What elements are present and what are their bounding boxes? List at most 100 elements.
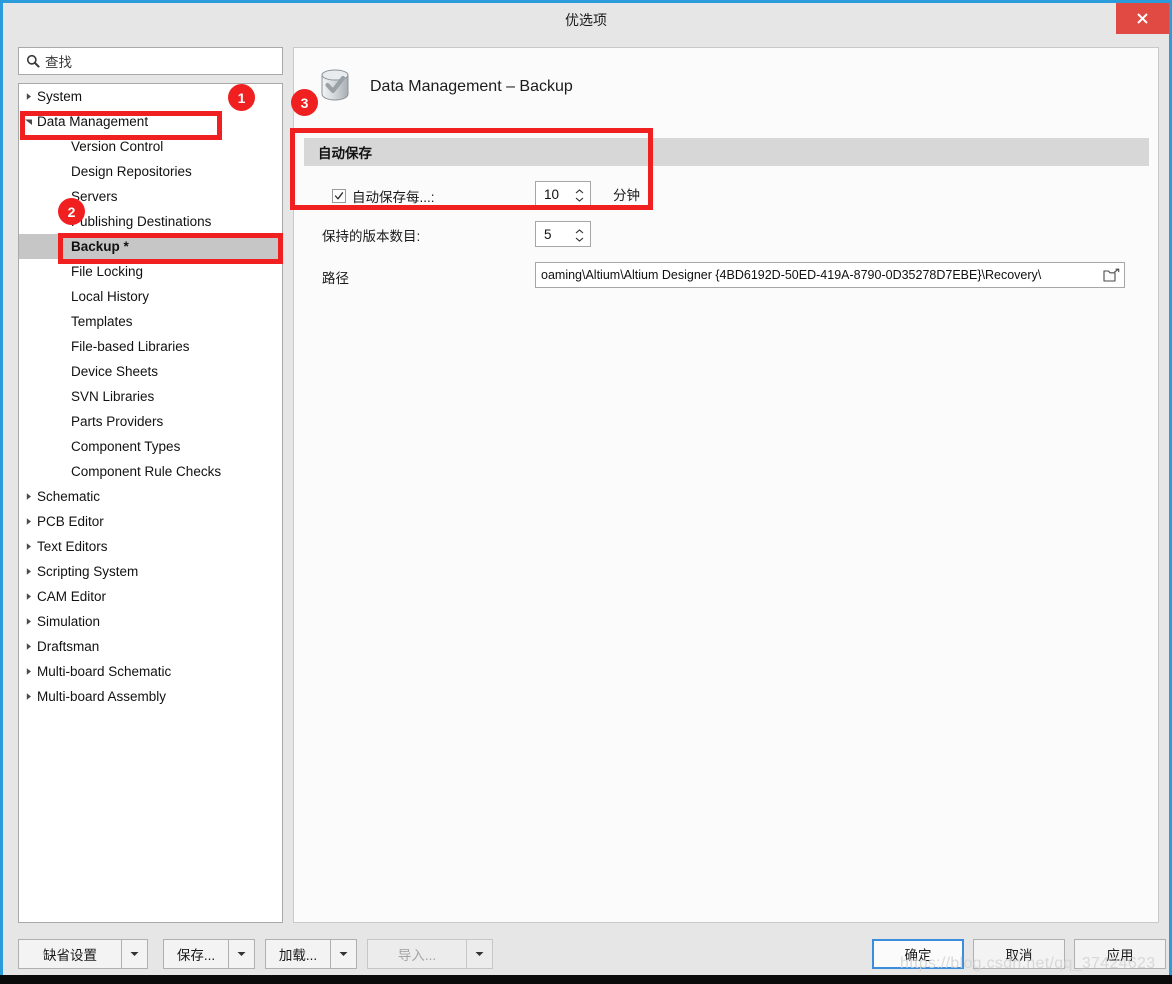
tree-item-multi-board-schematic[interactable]: Multi-board Schematic bbox=[19, 659, 282, 684]
tree-item-label: File-based Libraries bbox=[71, 339, 190, 354]
search-input-text: 查找 bbox=[45, 55, 72, 70]
chevron-down-icon bbox=[130, 952, 139, 956]
tree-item-file-locking[interactable]: File Locking bbox=[19, 259, 282, 284]
preferences-dialog: 优选项 查找 System Data Management Version Cont… bbox=[0, 0, 1172, 975]
autosave-section-title: 自动保存 bbox=[318, 146, 372, 161]
tree-item-device-sheets[interactable]: Device Sheets bbox=[19, 359, 282, 384]
tree-item-component-rule-checks[interactable]: Component Rule Checks bbox=[19, 459, 282, 484]
tree-item-label: Publishing Destinations bbox=[71, 214, 212, 229]
tree-item-backup[interactable]: Backup * bbox=[19, 234, 282, 259]
tree-item-label: SVN Libraries bbox=[71, 389, 155, 404]
autosave-unit-label: 分钟 bbox=[613, 188, 640, 203]
tree-item-simulation[interactable]: Simulation bbox=[19, 609, 282, 634]
tree-item-servers[interactable]: Servers bbox=[19, 184, 282, 209]
path-field[interactable]: oaming\Altium\Altium Designer {4BD6192D-… bbox=[535, 262, 1125, 288]
autosave-interval-row: 自动保存每...: bbox=[332, 183, 435, 209]
autosave-interval-field[interactable]: 10 bbox=[535, 181, 591, 207]
tree-item-publishing-destinations[interactable]: Publishing Destinations bbox=[19, 209, 282, 234]
autosave-interval-steppers[interactable] bbox=[575, 184, 584, 206]
triangle-right-icon[interactable] bbox=[19, 642, 37, 651]
import-dropdown-arrow bbox=[467, 939, 493, 969]
tree-item-draftsman[interactable]: Draftsman bbox=[19, 634, 282, 659]
tree-item-system[interactable]: System bbox=[19, 84, 282, 109]
tree-item-parts-providers[interactable]: Parts Providers bbox=[19, 409, 282, 434]
navigation-pane: 查找 System Data Management Version Control D… bbox=[18, 47, 285, 923]
chevron-down-icon[interactable] bbox=[575, 197, 584, 202]
chevron-down-icon[interactable] bbox=[575, 237, 584, 242]
chevron-down-icon bbox=[475, 952, 484, 956]
search-icon bbox=[26, 54, 40, 68]
tree-item-version-control[interactable]: Version Control bbox=[19, 134, 282, 159]
versions-kept-steppers[interactable] bbox=[575, 224, 584, 246]
close-button[interactable] bbox=[1116, 3, 1169, 34]
tree-item-cam-editor[interactable]: CAM Editor bbox=[19, 584, 282, 609]
tree-item-design-repositories[interactable]: Design Repositories bbox=[19, 159, 282, 184]
versions-kept-label: 保持的版本数目: bbox=[322, 229, 421, 244]
tree-item-label: Multi-board Schematic bbox=[37, 664, 172, 679]
load-dropdown-arrow[interactable] bbox=[331, 939, 357, 969]
tree-item-multi-board-assembly[interactable]: Multi-board Assembly bbox=[19, 684, 282, 709]
defaults-button[interactable]: 缺省设置 bbox=[18, 939, 122, 969]
save-dropdown-arrow[interactable] bbox=[229, 939, 255, 969]
tree-item-component-types[interactable]: Component Types bbox=[19, 434, 282, 459]
defaults-dropdown-arrow[interactable] bbox=[122, 939, 148, 969]
tree-item-file-based-libraries[interactable]: File-based Libraries bbox=[19, 334, 282, 359]
tree-item-data-management[interactable]: Data Management bbox=[19, 109, 282, 134]
triangle-down-icon[interactable] bbox=[19, 117, 37, 126]
autosave-interval-spinner[interactable]: 10 分钟 bbox=[535, 181, 640, 207]
tree-item-label: Templates bbox=[71, 314, 133, 329]
versions-label-row: 保持的版本数目: bbox=[322, 222, 420, 248]
defaults-split-button[interactable]: 缺省设置 bbox=[18, 939, 148, 969]
triangle-right-icon[interactable] bbox=[19, 692, 37, 701]
tree-item-local-history[interactable]: Local History bbox=[19, 284, 282, 309]
autosave-section-header: 自动保存 bbox=[304, 138, 1149, 166]
tree-item-label: File Locking bbox=[71, 264, 144, 279]
apply-button[interactable]: 应用 bbox=[1074, 939, 1166, 969]
save-split-button[interactable]: 保存... bbox=[163, 939, 255, 969]
dialog-footer: 缺省设置 保存... 加载... 导入... 确定 取消 应用 bbox=[3, 935, 1169, 975]
tree-item-text-editors[interactable]: Text Editors bbox=[19, 534, 282, 559]
triangle-right-icon[interactable] bbox=[19, 667, 37, 676]
tree-item-svn-libraries[interactable]: SVN Libraries bbox=[19, 384, 282, 409]
versions-kept-value: 5 bbox=[544, 226, 552, 242]
tree-item-label: Component Types bbox=[71, 439, 181, 454]
triangle-right-icon[interactable] bbox=[19, 592, 37, 601]
tree-item-label: Text Editors bbox=[37, 539, 108, 554]
versions-kept-field[interactable]: 5 bbox=[535, 221, 591, 247]
path-label: 路径 bbox=[322, 271, 349, 286]
triangle-right-icon[interactable] bbox=[19, 92, 37, 101]
tree-item-templates[interactable]: Templates bbox=[19, 309, 282, 334]
tree-item-scripting-system[interactable]: Scripting System bbox=[19, 559, 282, 584]
cancel-button[interactable]: 取消 bbox=[973, 939, 1065, 969]
triangle-right-icon[interactable] bbox=[19, 492, 37, 501]
tree-item-label: Component Rule Checks bbox=[71, 464, 222, 479]
tree-item-label: Local History bbox=[71, 289, 150, 304]
load-button[interactable]: 加载... bbox=[265, 939, 331, 969]
chevron-up-icon[interactable] bbox=[575, 188, 584, 194]
folder-open-icon[interactable] bbox=[1100, 265, 1122, 285]
check-icon bbox=[334, 192, 344, 200]
tree-item-label: Version Control bbox=[71, 139, 164, 154]
versions-kept-spinner[interactable]: 5 bbox=[535, 221, 591, 247]
save-button[interactable]: 保存... bbox=[163, 939, 229, 969]
path-row[interactable]: oaming\Altium\Altium Designer {4BD6192D-… bbox=[535, 262, 1125, 288]
tree-item-pcb-editor[interactable]: PCB Editor bbox=[19, 509, 282, 534]
preferences-tree[interactable]: System Data Management Version Control Desi… bbox=[18, 83, 283, 923]
tree-item-label: System bbox=[37, 89, 83, 104]
search-input[interactable]: 查找 bbox=[18, 47, 283, 75]
tree-item-schematic[interactable]: Schematic bbox=[19, 484, 282, 509]
import-button: 导入... bbox=[367, 939, 467, 969]
ok-button[interactable]: 确定 bbox=[872, 939, 964, 969]
window-title: 优选项 bbox=[565, 12, 607, 28]
triangle-right-icon[interactable] bbox=[19, 517, 37, 526]
triangle-right-icon[interactable] bbox=[19, 567, 37, 576]
tree-item-label: Servers bbox=[71, 189, 118, 204]
tree-item-label: CAM Editor bbox=[37, 589, 107, 604]
triangle-right-icon[interactable] bbox=[19, 542, 37, 551]
chevron-up-icon[interactable] bbox=[575, 228, 584, 234]
title-bar: 优选项 bbox=[3, 3, 1169, 34]
load-split-button[interactable]: 加载... bbox=[265, 939, 357, 969]
tree-item-label: Device Sheets bbox=[71, 364, 159, 379]
triangle-right-icon[interactable] bbox=[19, 617, 37, 626]
autosave-checkbox[interactable] bbox=[332, 189, 346, 203]
